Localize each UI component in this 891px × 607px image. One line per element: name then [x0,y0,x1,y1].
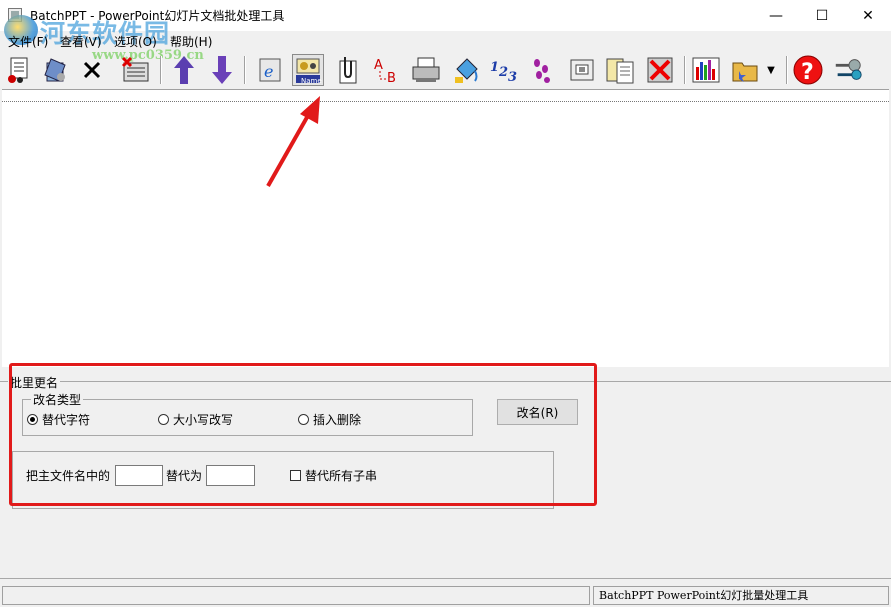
status-right: BatchPPT PowerPoint幻灯批量处理工具 [593,586,889,605]
checkbox-box [290,470,301,481]
replace-text-button[interactable]: AB [370,54,402,86]
numbering-button[interactable]: 123 [488,54,520,86]
copy-slides-button[interactable] [604,54,636,86]
radio-indicator [158,414,169,425]
rename-group-title: 批里更名 [8,374,61,391]
minimize-button[interactable]: — [753,0,799,31]
toolbar: e Name AB 123 ▼ ? [0,51,891,89]
help-button[interactable]: ? [792,54,824,86]
radio-change-case-label: 大小写改写 [173,413,234,427]
arrow-up-icon [174,56,194,84]
radio-change-case[interactable]: 大小写改写 [158,411,233,428]
print-button[interactable] [410,54,442,86]
radio-insert-delete[interactable]: 插入删除 [298,411,361,428]
radio-replace-chars[interactable]: 替代字符 [27,411,90,428]
folder-icon [732,62,758,82]
radio-indicator [27,414,38,425]
radio-insert-delete-label: 插入删除 [313,413,362,427]
rename-badge: Name [301,77,322,85]
delete-slide-icon [647,57,673,83]
chart-button[interactable] [690,54,722,86]
status-bar: BatchPPT PowerPoint幻灯批量处理工具 [0,584,891,607]
delete-slides-button[interactable] [644,54,676,86]
rename-button[interactable]: 改名(R) [497,399,578,425]
replace-label: 把主文件名中的 [26,469,111,483]
delete-x-icon [83,61,101,79]
paint-bucket-icon [455,58,478,83]
clear-list-icon [121,56,149,82]
printer-icon [412,57,440,82]
replace-all-label: 替代所有子串 [305,469,378,483]
numbers-icon: 123 [490,60,517,85]
move-up-button[interactable] [168,54,200,86]
attach-button[interactable] [332,54,364,86]
svg-text:2: 2 [498,65,508,80]
toolbar-separator [786,56,788,84]
replace-all-checkbox[interactable]: 替代所有子串 [290,467,377,484]
help-icon: ? [793,55,823,85]
rename-type-label: 改名类型 [31,391,84,408]
title-bar: BatchPPT - PowerPoint幻灯片文档批处理工具 河东软件园 — … [0,0,891,48]
find-text-input[interactable] [115,465,163,486]
arrow-down-icon [212,56,232,84]
toolbar-separator [244,56,246,84]
svg-text:A: A [374,58,383,73]
rename-panel: 批里更名 改名类型 替代字符 大小写改写 插入删除 改名(R) 把主文件名中的 … [0,369,891,579]
add-files-button[interactable] [4,54,36,86]
clear-list-button[interactable] [120,54,152,86]
keys-icon [835,59,862,80]
add-folder-button[interactable] [40,54,72,86]
svg-text:1: 1 [490,60,499,75]
close-button[interactable]: ✕ [845,0,891,31]
menu-file[interactable]: 文件(F) [8,33,48,50]
open-browser-button[interactable]: e [254,54,286,86]
paperclip-icon [339,57,357,84]
replace-with-label: 替代为 [166,469,203,483]
svg-text:3: 3 [508,70,517,85]
radio-indicator [298,414,309,425]
annotation-arrow [266,96,320,187]
batch-rename-button[interactable]: Name [292,54,324,86]
replace-text-input[interactable] [206,465,255,486]
slide-icon [570,59,594,81]
open-folder-button[interactable] [730,54,762,86]
svg-text:?: ? [801,60,814,85]
slide-view-button[interactable] [566,54,598,86]
bar-chart-icon [692,57,720,83]
register-button[interactable] [832,54,864,86]
svg-text:e: e [264,62,273,81]
footprints-icon [534,59,550,83]
file-list[interactable] [2,89,889,367]
toolbar-separator [684,56,686,84]
remove-button[interactable] [76,54,108,86]
footprints-button[interactable] [526,54,558,86]
chevron-down-icon: ▼ [767,64,775,76]
maximize-button[interactable]: ☐ [799,0,845,31]
add-files-icon [8,57,28,83]
browser-icon: e [259,58,281,82]
folder-dropdown-button[interactable]: ▼ [762,54,780,86]
add-folder-icon [44,58,66,82]
svg-text:B: B [387,71,396,85]
status-left [2,586,590,605]
replace-a-b-icon: AB [374,58,396,85]
toolbar-separator [160,56,162,84]
radio-replace-chars-label: 替代字符 [42,413,91,427]
documents-icon [606,58,634,84]
move-down-button[interactable] [206,54,238,86]
fill-color-button[interactable] [450,54,482,86]
file-list-header [2,90,889,102]
